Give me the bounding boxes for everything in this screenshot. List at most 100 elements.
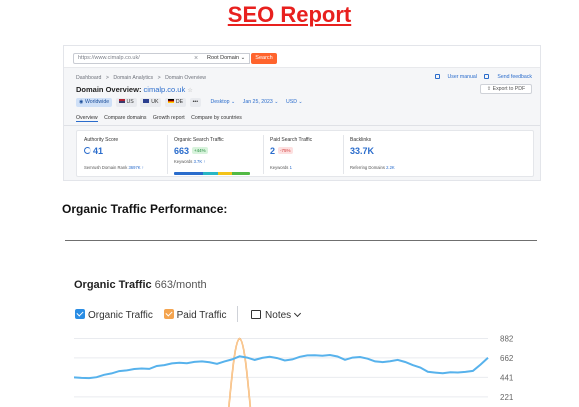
organic-keywords-row: Keywords 3.7K ↑ <box>174 159 205 164</box>
overview-tabs: Overview Compare domains Growth report C… <box>76 115 247 122</box>
chat-icon <box>484 74 490 79</box>
referring-domains-row: Referring Domains 2.2K <box>350 165 395 170</box>
star-icon[interactable]: ☆ <box>187 88 192 94</box>
score-ring-icon <box>84 147 91 154</box>
country-de-button[interactable]: DE <box>164 98 187 107</box>
country-us-label: US <box>126 99 134 105</box>
section-heading: Organic Traffic Performance: <box>62 202 228 216</box>
url-input[interactable]: https://www.cimalp.co.uk/ <box>73 53 207 64</box>
backlinks-label: Backlinks <box>350 137 372 143</box>
breadcrumb-domain-analytics[interactable]: Domain Analytics <box>113 75 153 81</box>
filter-row: ◉ Worldwide US UK DE ••• Desktop ⌄ Jan 2… <box>76 98 303 107</box>
device-select[interactable]: Desktop ⌄ <box>210 99 235 105</box>
tab-growth-report[interactable]: Growth report <box>153 115 185 121</box>
semrush-rank-label: Semrush Domain Rank <box>84 165 128 170</box>
organic-traffic-card[interactable]: Organic Search Traffic 663 +44% Keywords … <box>167 131 263 178</box>
tab-compare-by-countries[interactable]: Compare by countries <box>191 115 242 121</box>
y-tick-label: 882 <box>500 335 514 344</box>
checkbox-checked-icon <box>163 309 174 319</box>
breadcrumb-separator: > <box>105 75 109 81</box>
series-line-organic <box>74 353 489 380</box>
us-flag-icon <box>118 99 125 103</box>
worldwide-label: Worldwide <box>84 99 110 105</box>
help-links: User manual Send feedback <box>429 74 532 80</box>
notes-icon <box>251 310 262 319</box>
chart-grid <box>74 338 488 398</box>
y-tick-label: 441 <box>500 373 514 382</box>
organic-widget-title-label: Organic Traffic <box>74 279 152 291</box>
chart-legend: Organic Traffic Paid Traffic Notes <box>75 306 308 322</box>
legend-organic-label: Organic Traffic <box>88 310 153 321</box>
authority-score-value-row: 41 <box>84 146 103 156</box>
metrics-panel: Authority Score 41 Semrush Domain Rank 3… <box>76 130 534 177</box>
currency-select[interactable]: USD ⌄ <box>286 99 303 105</box>
search-button[interactable]: Search <box>251 53 277 64</box>
breadcrumb: Dashboard > Domain Analytics > Domain Ov… <box>76 75 209 81</box>
worldwide-button[interactable]: ◉ Worldwide <box>76 98 113 107</box>
country-uk-label: UK <box>151 99 159 105</box>
paid-change-badge: -75% <box>278 147 293 154</box>
organic-keywords-label: Keywords <box>174 159 193 164</box>
country-uk-button[interactable]: UK <box>140 98 162 107</box>
organic-widget-title: Organic Traffic 663/month <box>74 279 207 291</box>
legend-paid-label: Paid Traffic <box>176 310 227 321</box>
section-divider <box>65 240 537 241</box>
authority-score-label: Authority Score <box>84 137 119 143</box>
authority-score-value: 41 <box>93 146 104 156</box>
paid-traffic-card[interactable]: Paid Search Traffic 2 -75% Keywords 1 <box>263 131 343 178</box>
organic-widget-per-month: 663/month <box>154 279 207 291</box>
domain-overview-screenshot: https://www.cimalp.co.uk/ × Root Domain … <box>63 45 541 181</box>
paid-keywords-label: Keywords <box>270 165 289 170</box>
y-axis-labels: 882 662 441 221 <box>500 335 514 402</box>
page-title-label: Domain Overview: <box>76 85 142 94</box>
paid-traffic-label: Paid Search Traffic <box>270 137 313 143</box>
organic-traffic-value-row: 663 +44% <box>174 146 208 156</box>
page-title: Domain Overview: cimalp.co.uk ☆ <box>76 85 193 94</box>
more-countries-button[interactable]: ••• <box>189 98 202 107</box>
de-flag-icon <box>167 99 174 103</box>
book-icon <box>434 74 440 79</box>
tab-compare-domains[interactable]: Compare domains <box>104 115 146 121</box>
checkbox-checked-icon <box>75 309 85 319</box>
paid-traffic-value: 2 <box>270 146 276 156</box>
domain-name[interactable]: cimalp.co.uk <box>144 85 186 94</box>
keyword-distribution-bar <box>174 172 250 175</box>
country-us-button[interactable]: US <box>115 98 137 107</box>
paid-keywords-row: Keywords 1 <box>270 165 292 170</box>
uk-flag-icon <box>143 99 150 103</box>
breadcrumb-dashboard[interactable]: Dashboard <box>76 75 101 81</box>
organic-change-badge: +44% <box>192 147 208 154</box>
user-manual-link[interactable]: User manual <box>434 74 477 80</box>
clear-icon[interactable]: × <box>194 53 198 64</box>
chevron-down-icon <box>294 309 302 318</box>
notes-label: Notes <box>265 310 292 321</box>
y-tick-label: 662 <box>500 354 514 363</box>
semrush-rank-row: Semrush Domain Rank 3697K ↑ <box>84 165 144 170</box>
paid-traffic-value-row: 2 -75% <box>270 146 293 156</box>
breadcrumb-separator: > <box>157 75 161 81</box>
notes-dropdown[interactable]: Notes <box>251 309 302 321</box>
referring-domains-label: Referring Domains <box>350 165 385 170</box>
tab-overview[interactable]: Overview <box>76 115 98 122</box>
search-bar: https://www.cimalp.co.uk/ × Root Domain … <box>64 46 540 68</box>
breadcrumb-domain-overview: Domain Overview <box>165 75 206 81</box>
semrush-rank-value: 3697K ↑ <box>128 165 144 170</box>
organic-keywords-value: 3.7K ↑ <box>193 159 206 164</box>
organic-traffic-label: Organic Search Traffic <box>174 137 224 143</box>
export-pdf-label: Export to PDF <box>492 86 526 92</box>
authority-score-card[interactable]: Authority Score 41 Semrush Domain Rank 3… <box>77 131 167 178</box>
export-pdf-button[interactable]: ⇪ Export to PDF <box>480 84 532 94</box>
tabs-divider <box>64 125 540 126</box>
country-de-label: DE <box>175 99 184 105</box>
root-domain-select[interactable]: Root Domain ⌄ <box>204 53 250 64</box>
legend-organic-toggle[interactable]: Organic Traffic <box>75 309 153 321</box>
user-manual-label: User manual <box>447 74 477 80</box>
date-select[interactable]: Jan 25, 2023 ⌄ <box>243 99 279 105</box>
legend-divider <box>237 306 239 322</box>
organic-traffic-chart: 882 662 441 221 <box>74 335 514 407</box>
organic-traffic-value: 663 <box>174 146 190 156</box>
paid-keywords-value: 1 <box>289 165 292 170</box>
legend-paid-toggle[interactable]: Paid Traffic <box>163 309 227 321</box>
send-feedback-link[interactable]: Send feedback <box>484 74 532 80</box>
backlinks-card[interactable]: Backlinks 33.7K Referring Domains 2.2K <box>343 131 443 178</box>
